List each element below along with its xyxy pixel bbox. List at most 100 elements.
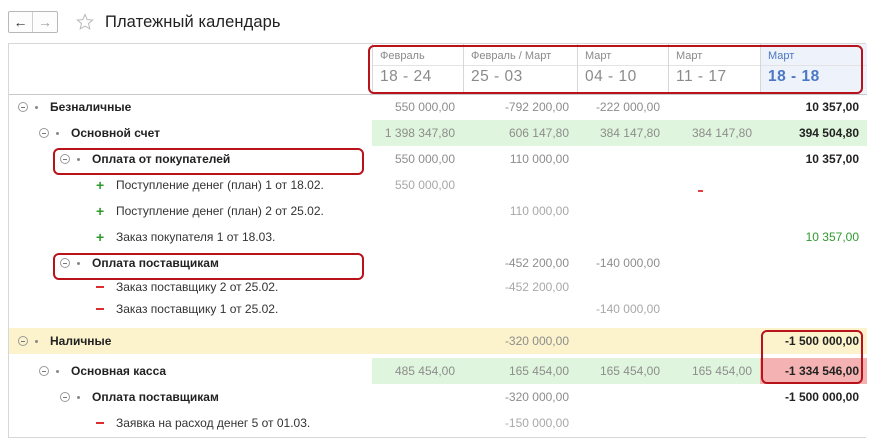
back-button[interactable]: ← [9, 12, 33, 32]
value-cell[interactable]: 165 454,00 [668, 358, 760, 384]
value-cell[interactable]: -452 200,00 [463, 250, 577, 276]
category-row[interactable]: Оплата поставщикам -452 200,00 -140 000,… [9, 250, 867, 276]
value-cell[interactable] [760, 172, 867, 198]
value-cell[interactable] [463, 298, 577, 320]
value-cell[interactable] [668, 276, 760, 298]
value-cell[interactable] [577, 410, 668, 436]
value-cell[interactable] [577, 328, 668, 354]
collapse-circle-icon[interactable] [60, 258, 70, 268]
value-cell[interactable]: -1 500 000,00 [760, 384, 867, 410]
account-row[interactable]: Основная касса 485 454,00 165 454,00 165… [9, 358, 867, 384]
value-cell[interactable]: -1 500 000,00 [760, 328, 867, 354]
value-cell[interactable] [760, 250, 867, 276]
period-column-header[interactable]: Март 04 - 10 [577, 44, 668, 94]
collapse-circle-icon[interactable] [60, 154, 70, 164]
collapse-circle-icon[interactable] [18, 102, 28, 112]
value-cell[interactable]: 110 000,00 [463, 146, 577, 172]
value-cell[interactable]: 110 000,00 [463, 198, 577, 224]
value-cell[interactable] [577, 224, 668, 250]
value-cell[interactable] [668, 328, 760, 354]
value-cell[interactable] [372, 410, 463, 436]
value-cell[interactable] [372, 384, 463, 410]
value-cell[interactable] [668, 410, 760, 436]
value-cell[interactable] [372, 250, 463, 276]
document-row[interactable]: + Поступление денег (план) 1 от 18.02. 5… [9, 172, 867, 198]
row-label: Оплата поставщикам [60, 384, 219, 410]
value-cell[interactable]: 550 000,00 [372, 146, 463, 172]
value-cell[interactable] [577, 276, 668, 298]
value-cell[interactable] [577, 384, 668, 410]
value-cell[interactable] [760, 276, 867, 298]
value-cell[interactable] [668, 94, 760, 120]
value-cell[interactable] [760, 198, 867, 224]
value-cell[interactable] [668, 298, 760, 320]
value-cell[interactable]: 1 398 347,80 [372, 120, 463, 146]
value-cell[interactable]: 394 504,80 [760, 120, 867, 146]
value-cell[interactable]: -140 000,00 [577, 298, 668, 320]
value-cell[interactable]: 550 000,00 [372, 172, 463, 198]
value-cell[interactable] [668, 224, 760, 250]
document-row[interactable]: Заявка на расход денег 5 от 01.03. -150 … [9, 410, 867, 436]
value-cell[interactable] [372, 298, 463, 320]
value-cell[interactable] [668, 172, 760, 198]
period-column-header[interactable]: Февраль / Март 25 - 03 [463, 44, 577, 94]
value-cell[interactable]: -792 200,00 [463, 94, 577, 120]
document-row[interactable]: Заказ поставщику 1 от 25.02. -140 000,00 [9, 298, 867, 320]
row-title: Основная касса [71, 364, 167, 378]
category-row[interactable]: Оплата от покупателей 550 000,00 110 000… [9, 146, 867, 172]
collapse-circle-icon[interactable] [18, 336, 28, 346]
value-cell[interactable]: 384 147,80 [577, 120, 668, 146]
value-cell[interactable]: 384 147,80 [668, 120, 760, 146]
value-cell[interactable]: -320 000,00 [463, 384, 577, 410]
value-cell[interactable] [668, 250, 760, 276]
value-cell[interactable] [577, 146, 668, 172]
forward-button[interactable]: → [33, 12, 57, 32]
period-column-header[interactable]: Февраль 18 - 24 [372, 44, 463, 94]
value-cell[interactable] [577, 198, 668, 224]
value-cell[interactable]: 10 357,00 [760, 224, 867, 250]
value-cell[interactable] [577, 172, 668, 198]
value-cell[interactable]: -150 000,00 [463, 410, 577, 436]
row-label: + Поступление денег (план) 1 от 18.02. [96, 172, 324, 198]
period-column-header-active[interactable]: Март 18 - 18 [760, 44, 867, 94]
category-row[interactable]: Оплата поставщикам -320 000,00 -1 500 00… [9, 384, 867, 410]
value-cell-negative[interactable]: -1 334 546,00 [760, 358, 867, 384]
row-title: Безналичные [50, 100, 132, 114]
value-cell[interactable]: 10 357,00 [760, 94, 867, 120]
value-cell[interactable]: 485 454,00 [372, 358, 463, 384]
value-cell[interactable] [372, 328, 463, 354]
period-column-header[interactable]: Март 11 - 17 [668, 44, 760, 94]
value-cell[interactable]: 10 357,00 [760, 146, 867, 172]
group-row[interactable]: Наличные -320 000,00 -1 500 000,00 [9, 328, 867, 354]
value-cell[interactable] [372, 276, 463, 298]
value-cell[interactable] [463, 172, 577, 198]
value-cell[interactable] [463, 224, 577, 250]
value-cell[interactable] [668, 146, 760, 172]
value-cell[interactable] [372, 198, 463, 224]
document-row[interactable]: + Поступление денег (план) 2 от 25.02. 1… [9, 198, 867, 224]
value-cell[interactable]: 550 000,00 [372, 94, 463, 120]
value-cell[interactable]: -320 000,00 [463, 328, 577, 354]
value-cell[interactable]: 165 454,00 [577, 358, 668, 384]
document-row[interactable]: + Заказ покупателя 1 от 18.03. 10 357,00 [9, 224, 867, 250]
value-cell[interactable] [668, 198, 760, 224]
star-outline-icon[interactable] [75, 12, 95, 32]
document-row[interactable]: Заказ поставщику 2 от 25.02. -452 200,00 [9, 276, 867, 298]
value-cell[interactable] [668, 384, 760, 410]
value-cell[interactable] [760, 410, 867, 436]
collapse-circle-icon[interactable] [39, 128, 49, 138]
value-cell[interactable] [372, 224, 463, 250]
collapse-circle-icon[interactable] [60, 392, 70, 402]
row-title: Оплата от покупателей [92, 152, 231, 166]
value-cell[interactable]: -452 200,00 [463, 276, 577, 298]
account-row[interactable]: Основной счет 1 398 347,80 606 147,80 38… [9, 120, 867, 146]
value-cell[interactable]: 606 147,80 [463, 120, 577, 146]
collapse-circle-icon[interactable] [39, 366, 49, 376]
value-cell[interactable]: -222 000,00 [577, 94, 668, 120]
value-cell[interactable] [760, 298, 867, 320]
row-title: Основной счет [71, 126, 160, 140]
group-row[interactable]: Безналичные 550 000,00 -792 200,00 -222 … [9, 94, 867, 120]
row-label: Основной счет [39, 120, 160, 146]
value-cell[interactable]: 165 454,00 [463, 358, 577, 384]
value-cell[interactable]: -140 000,00 [577, 250, 668, 276]
